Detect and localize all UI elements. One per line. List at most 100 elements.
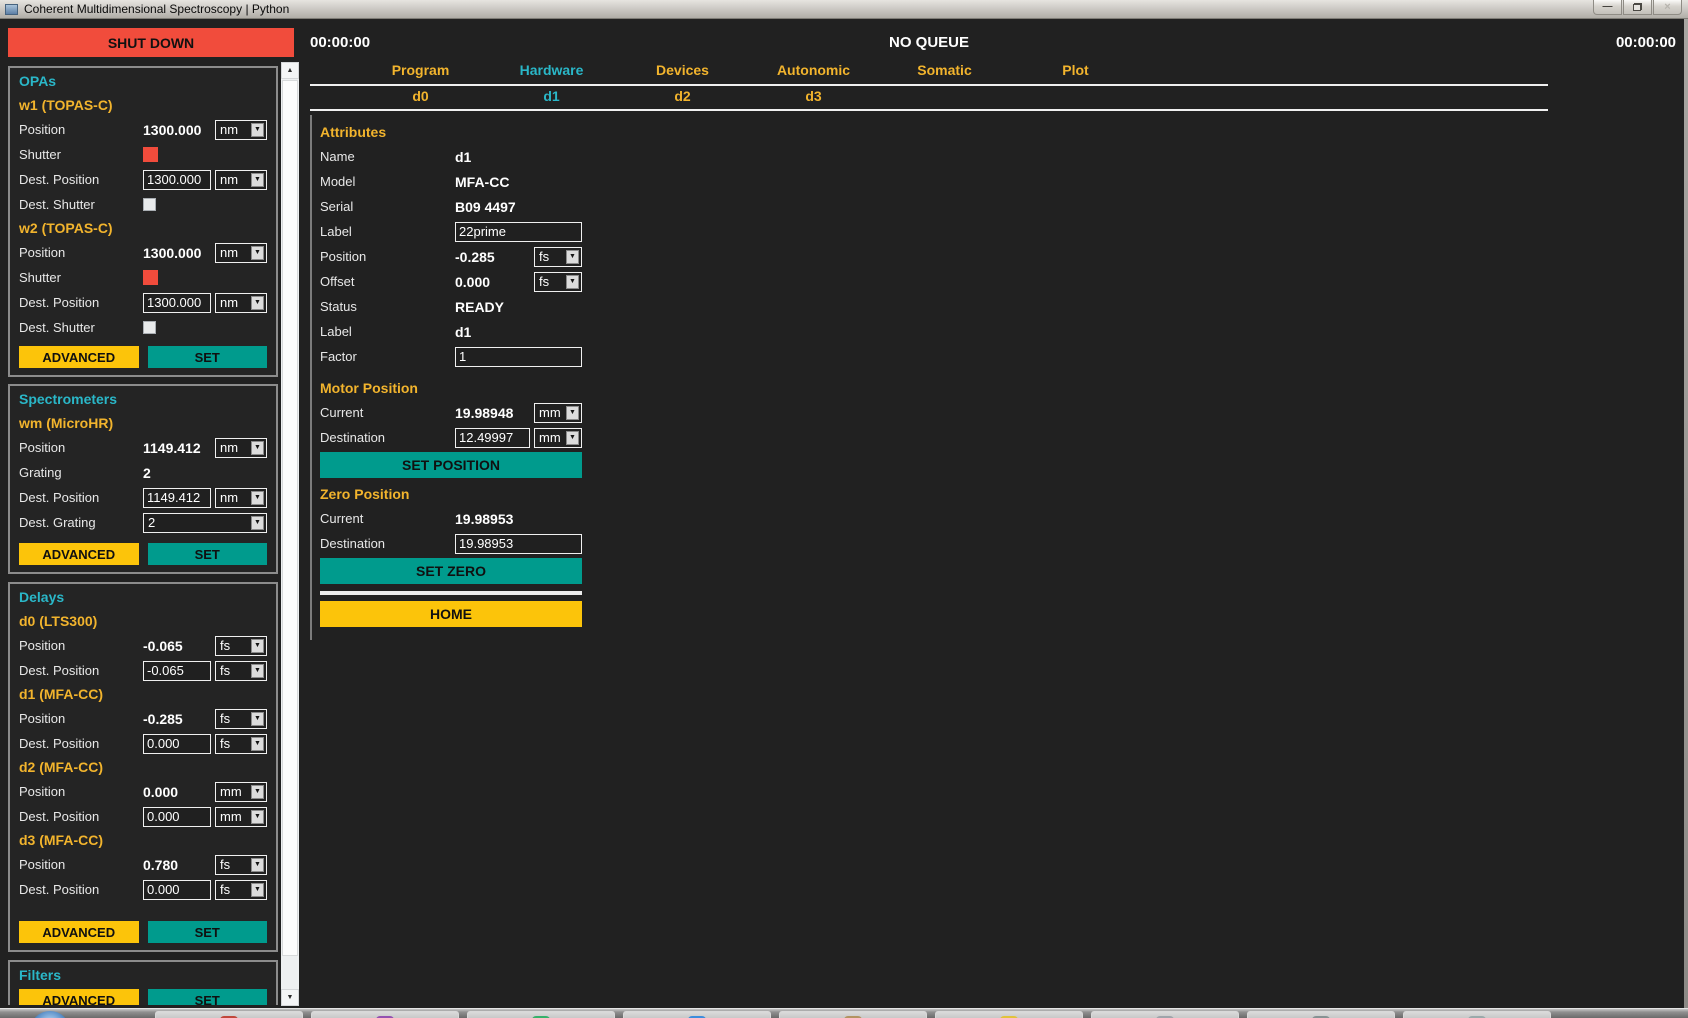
field-row: Shutter	[19, 142, 267, 167]
w2-position-unit-select[interactable]: nm ▼	[215, 243, 267, 263]
w2-shutter-indicator[interactable]	[143, 270, 158, 285]
scrollbar-thumb[interactable]	[282, 80, 298, 956]
taskbar-button[interactable]	[1091, 1011, 1239, 1018]
w1-shutter-indicator[interactable]	[143, 147, 158, 162]
d0-dest-position-input[interactable]	[143, 661, 211, 681]
tab-devices[interactable]: Devices	[617, 62, 748, 84]
tab-hardware[interactable]: Hardware	[486, 62, 617, 84]
motor-destination-input[interactable]	[455, 428, 530, 448]
field-row: Serial B09 4497	[320, 194, 582, 219]
filters-advanced-button[interactable]: ADVANCED	[19, 989, 139, 1005]
tab-autonomic[interactable]: Autonomic	[748, 62, 879, 84]
filters-set-button[interactable]: SET	[148, 989, 268, 1005]
attr-label-input[interactable]	[455, 222, 582, 242]
device-name: d0 (LTS300)	[19, 610, 267, 633]
attr-offset-unit-select[interactable]: fs ▼	[534, 272, 582, 292]
scroll-up-button[interactable]: ▲	[281, 62, 299, 79]
wm-dest-position-unit-select[interactable]: nm ▼	[215, 488, 267, 508]
w1-dest-position-unit-select[interactable]: nm ▼	[215, 170, 267, 190]
set-zero-button[interactable]: SET ZERO	[320, 558, 582, 584]
w2-dest-shutter-checkbox[interactable]	[143, 321, 156, 334]
device-tab-d2[interactable]: d2	[617, 88, 748, 109]
field-label: Dest. Position	[19, 490, 143, 505]
spectrometers-advanced-button[interactable]: ADVANCED	[19, 543, 139, 565]
attr-position-unit-select[interactable]: fs ▼	[534, 247, 582, 267]
taskbar-button[interactable]	[935, 1011, 1083, 1018]
close-button[interactable]: ×	[1653, 0, 1682, 15]
wm-dest-grating-select[interactable]: 2 ▼	[143, 513, 267, 533]
field-row: Dest. Position mm ▼	[19, 804, 267, 829]
attr-factor-input[interactable]	[455, 347, 582, 367]
field-row: Position -0.065 fs ▼	[19, 633, 267, 658]
field-label: Dest. Shutter	[19, 197, 143, 212]
field-label: Label	[320, 224, 455, 239]
d3-dest-position-unit-select[interactable]: fs ▼	[215, 880, 267, 900]
device-tab-d1[interactable]: d1	[486, 88, 617, 109]
field-label: Shutter	[19, 270, 143, 285]
taskbar-button[interactable]	[779, 1011, 927, 1018]
motor-current-unit-select[interactable]: mm ▼	[534, 403, 582, 423]
unit-select-value: nm	[216, 245, 251, 260]
zero-current-value: 19.98953	[455, 511, 582, 527]
titlebar[interactable]: Coherent Multidimensional Spectroscopy |…	[0, 0, 1688, 19]
opas-set-button[interactable]: SET	[148, 346, 268, 368]
device-tab-d3[interactable]: d3	[748, 88, 879, 109]
field-row: Position -0.285 fs ▼	[19, 706, 267, 731]
taskbar-button[interactable]	[1403, 1011, 1551, 1018]
opas-advanced-button[interactable]: ADVANCED	[19, 346, 139, 368]
field-label: Dest. Grating	[19, 515, 143, 530]
wm-position-unit-select[interactable]: nm ▼	[215, 438, 267, 458]
device-tab-bar: d0 d1 d2 d3	[310, 88, 1548, 111]
spectrometers-section: Spectrometers wm (MicroHR) Position 1149…	[8, 384, 278, 574]
d3-dest-position-input[interactable]	[143, 880, 211, 900]
unit-select-value: fs	[535, 274, 566, 289]
restore-button[interactable]	[1623, 0, 1652, 15]
sidebar-scrollbar[interactable]: ▲ ▼	[281, 62, 299, 1006]
field-label: Shutter	[19, 147, 143, 162]
minimize-button[interactable]: —	[1593, 0, 1622, 15]
taskbar-button[interactable]	[1247, 1011, 1395, 1018]
taskbar-button[interactable]	[467, 1011, 615, 1018]
unit-select-value: mm	[216, 784, 251, 799]
w1-dest-position-input[interactable]	[143, 170, 211, 190]
scroll-down-button[interactable]: ▼	[281, 989, 299, 1006]
tab-somatic[interactable]: Somatic	[879, 62, 1010, 84]
d2-position-unit-select[interactable]: mm ▼	[215, 782, 267, 802]
field-label: Factor	[320, 349, 455, 364]
zero-destination-input[interactable]	[455, 534, 582, 554]
wm-dest-position-input[interactable]	[143, 488, 211, 508]
d0-position-unit-select[interactable]: fs ▼	[215, 636, 267, 656]
taskbar-button[interactable]	[623, 1011, 771, 1018]
d1-position-unit-select[interactable]: fs ▼	[215, 709, 267, 729]
d1-dest-position-input[interactable]	[143, 734, 211, 754]
device-tab-d0[interactable]: d0	[355, 88, 486, 109]
delays-advanced-button[interactable]: ADVANCED	[19, 921, 139, 943]
start-button[interactable]	[30, 1011, 70, 1018]
d1-dest-position-unit-select[interactable]: fs ▼	[215, 734, 267, 754]
taskbar-button[interactable]	[155, 1011, 303, 1018]
w1-position-unit-select[interactable]: nm ▼	[215, 120, 267, 140]
spectrometers-set-button[interactable]: SET	[148, 543, 268, 565]
w2-dest-position-unit-select[interactable]: nm ▼	[215, 293, 267, 313]
taskbar-button[interactable]	[311, 1011, 459, 1018]
field-label: Label	[320, 324, 455, 339]
d0-dest-position-unit-select[interactable]: fs ▼	[215, 661, 267, 681]
device-detail-panel: Attributes Name d1 Model MFA-CC Serial B…	[310, 115, 582, 640]
tab-program[interactable]: Program	[355, 62, 486, 84]
w1-dest-shutter-checkbox[interactable]	[143, 198, 156, 211]
d2-dest-position-unit-select[interactable]: mm ▼	[215, 807, 267, 827]
w2-dest-position-input[interactable]	[143, 293, 211, 313]
tab-plot[interactable]: Plot	[1010, 62, 1141, 84]
delays-set-button[interactable]: SET	[148, 921, 268, 943]
d3-position-unit-select[interactable]: fs ▼	[215, 855, 267, 875]
shutdown-button[interactable]: SHUT DOWN	[8, 28, 294, 57]
field-row: Destination mm ▼	[320, 425, 582, 450]
dropdown-arrow-icon: ▼	[566, 406, 579, 420]
d2-dest-position-input[interactable]	[143, 807, 211, 827]
home-button[interactable]: HOME	[320, 601, 582, 627]
section-title: Spectrometers	[19, 391, 267, 412]
set-position-button[interactable]: SET POSITION	[320, 452, 582, 478]
section-buttons: ADVANCED SET	[19, 989, 267, 1005]
section-buttons: ADVANCED SET	[19, 346, 267, 368]
motor-destination-unit-select[interactable]: mm ▼	[534, 428, 582, 448]
